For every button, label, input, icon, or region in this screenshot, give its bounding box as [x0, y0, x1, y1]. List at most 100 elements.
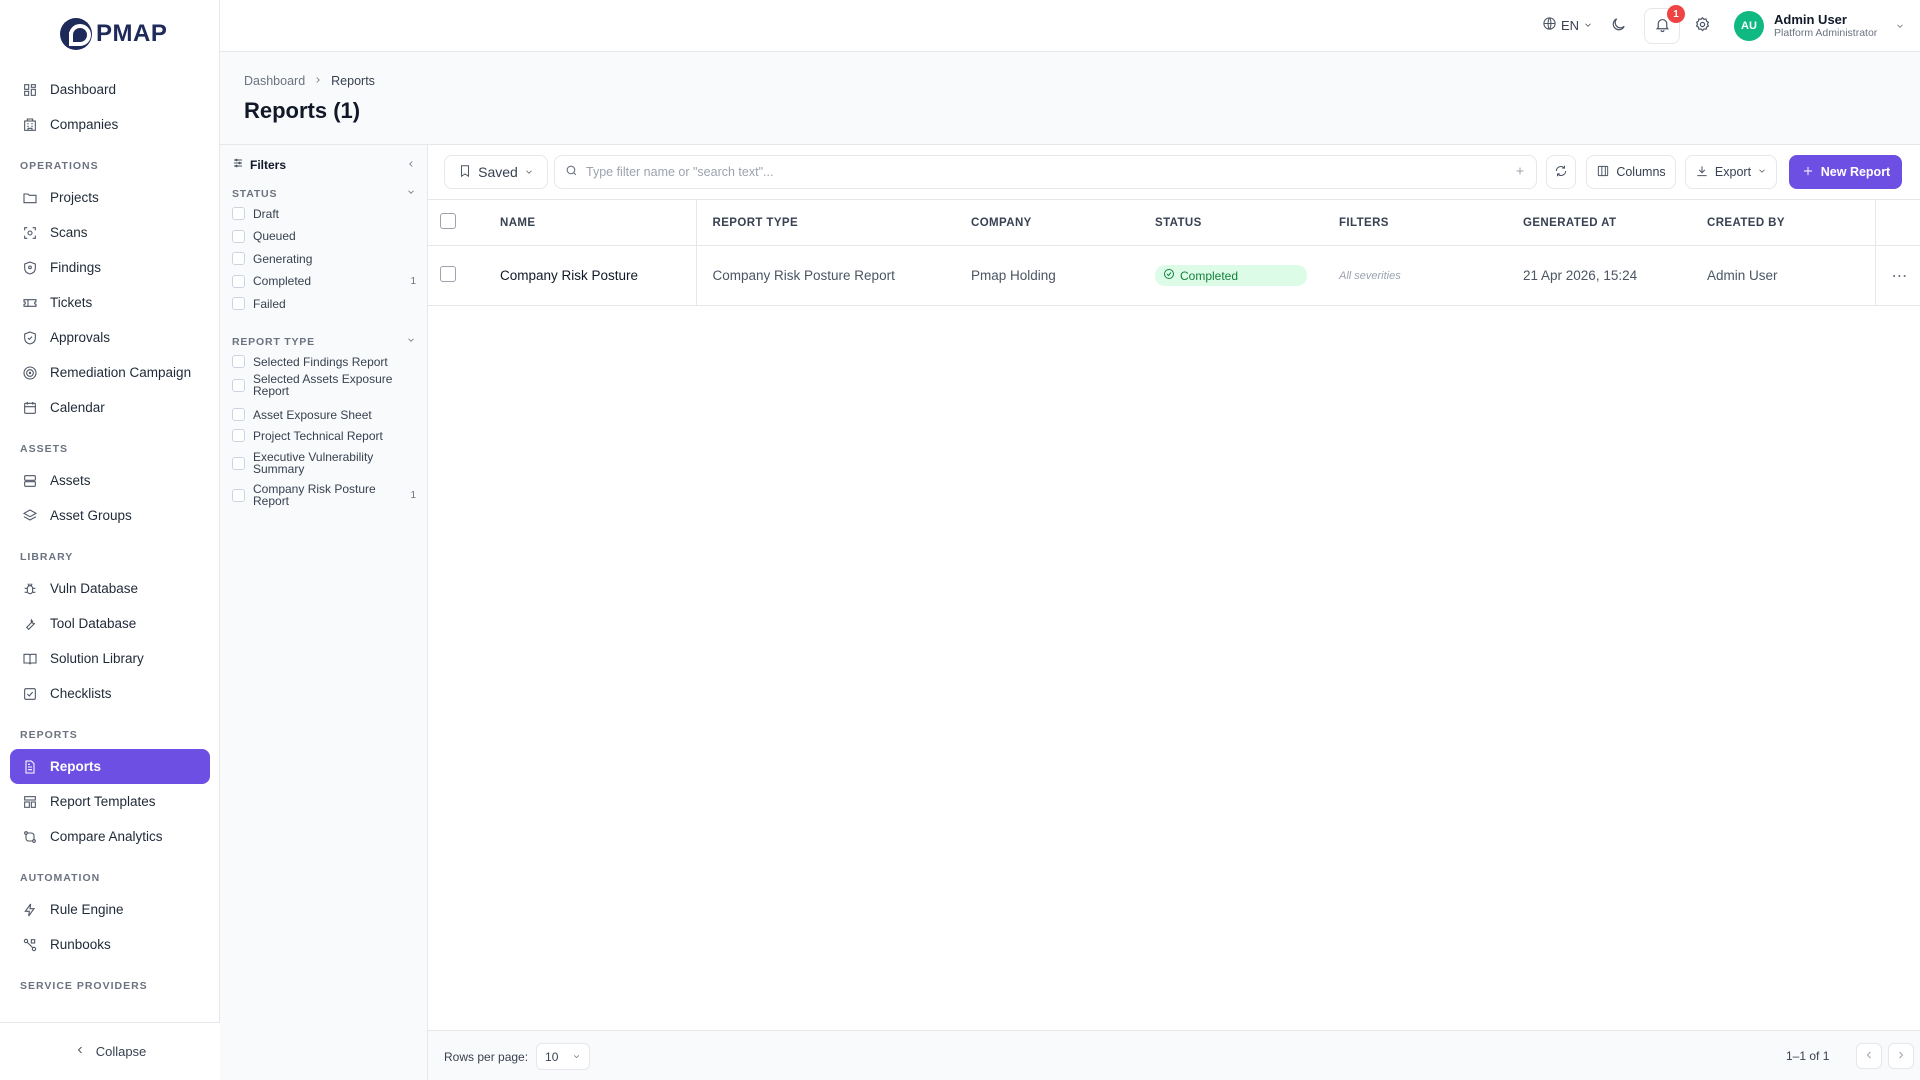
breadcrumb-dashboard-link[interactable]: Dashboard: [244, 74, 305, 88]
filter-option-label: Failed: [253, 296, 286, 311]
sidebar-item-approvals[interactable]: Approvals: [10, 320, 210, 355]
filter-checkbox[interactable]: [232, 378, 245, 392]
filter-option[interactable]: Executive Vulnerability Summary: [232, 451, 416, 475]
sidebar-item-label: Report Templates: [50, 794, 156, 809]
next-page-button[interactable]: [1888, 1043, 1914, 1069]
filter-option[interactable]: Draft: [232, 207, 416, 220]
theme-toggle-moon-icon[interactable]: [1610, 16, 1627, 36]
column-header-name[interactable]: NAME: [484, 199, 697, 246]
sidebar-item-projects[interactable]: Projects: [10, 180, 210, 215]
filter-checkbox[interactable]: [232, 229, 245, 243]
sidebar-item-compare-analytics[interactable]: Compare Analytics: [10, 819, 210, 854]
reports-table: NAME REPORT TYPE COMPANY STATUS FILTERS …: [428, 199, 1920, 306]
notifications-button[interactable]: 1: [1644, 5, 1685, 44]
language-selector[interactable]: EN: [1542, 16, 1593, 34]
wrench-icon: [22, 616, 38, 632]
sidebar-item-tickets[interactable]: Tickets: [10, 285, 210, 320]
add-filter-plus-icon[interactable]: [1514, 165, 1526, 180]
user-menu[interactable]: AU Admin User Platform Administrator: [1734, 11, 1905, 41]
generated-at-cell: 21 Apr 2026, 15:24: [1523, 268, 1638, 283]
filter-option[interactable]: Generating: [232, 252, 416, 265]
column-header-created-by[interactable]: CREATED BY: [1691, 199, 1876, 246]
more-actions-icon[interactable]: ⋯: [1892, 268, 1909, 285]
row-checkbox[interactable]: [440, 266, 456, 282]
filter-checkbox[interactable]: [232, 207, 245, 220]
rows-per-page-label: Rows per page:: [444, 1049, 529, 1064]
sidebar-item-label: Calendar: [50, 400, 105, 415]
filter-option[interactable]: Asset Exposure Sheet: [232, 408, 416, 421]
filter-section-report-type[interactable]: REPORT TYPE: [232, 335, 416, 348]
search-input[interactable]: [586, 165, 1506, 179]
column-header-company[interactable]: COMPANY: [955, 200, 1139, 246]
column-header-generated-at[interactable]: GENERATED AT: [1507, 200, 1691, 246]
sidebar-item-label: Dashboard: [50, 82, 117, 97]
sidebar-item-calendar[interactable]: Calendar: [10, 390, 210, 425]
filter-checkbox[interactable]: [232, 274, 245, 288]
sidebar-item-tool-database[interactable]: Tool Database: [10, 606, 210, 641]
filter-option[interactable]: Company Risk Posture Report 1: [232, 483, 416, 507]
app-logo[interactable]: PMAP: [60, 16, 167, 52]
saved-views-button[interactable]: Saved: [444, 155, 548, 189]
sidebar-item-label: Remediation Campaign: [50, 365, 192, 380]
filter-checkbox[interactable]: [232, 429, 245, 442]
filter-checkbox[interactable]: [232, 252, 245, 265]
filter-option[interactable]: Selected Findings Report: [232, 355, 416, 368]
sidebar-item-report-templates[interactable]: Report Templates: [10, 784, 210, 819]
filter-option[interactable]: Selected Assets Exposure Report: [232, 373, 416, 397]
sidebar-item-label: Checklists: [50, 686, 112, 701]
filter-option-label: Selected Assets Exposure Report: [253, 372, 393, 398]
new-report-button[interactable]: New Report: [1789, 155, 1902, 189]
filter-checkbox[interactable]: [232, 456, 245, 470]
sidebar-item-dashboard[interactable]: Dashboard: [10, 72, 210, 107]
sidebar-item-asset-groups[interactable]: Asset Groups: [10, 498, 210, 533]
sidebar-item-companies[interactable]: Companies: [10, 107, 210, 142]
column-header-status[interactable]: STATUS: [1139, 200, 1323, 246]
sidebar-item-assets[interactable]: Assets: [10, 463, 210, 498]
sidebar-item-scans[interactable]: Scans: [10, 215, 210, 250]
row-actions-cell: ⋯: [1875, 246, 1920, 306]
sidebar-item-rule-engine[interactable]: Rule Engine: [10, 892, 210, 927]
column-header-report-type[interactable]: REPORT TYPE: [696, 200, 955, 246]
sidebar-item-runbooks[interactable]: Runbooks: [10, 927, 210, 962]
select-all-checkbox[interactable]: [440, 213, 456, 229]
refresh-button[interactable]: [1546, 155, 1576, 189]
sidebar-item-remediation-campaign[interactable]: Remediation Campaign: [10, 355, 210, 390]
rows-per-page-select[interactable]: 10: [536, 1043, 591, 1070]
filter-checkbox[interactable]: [232, 488, 245, 502]
filter-checkbox[interactable]: [232, 355, 245, 368]
filter-option-label: Completed: [253, 274, 312, 288]
avatar: AU: [1734, 11, 1764, 41]
filter-option[interactable]: Queued: [232, 229, 416, 243]
sidebar-item-reports[interactable]: Reports: [10, 749, 210, 784]
filters-header: Filters: [232, 157, 416, 172]
filter-option[interactable]: Completed 1: [232, 274, 416, 288]
user-info: Admin User Platform Administrator: [1774, 13, 1877, 40]
collapse-label: Collapse: [95, 1044, 147, 1059]
report-name-cell[interactable]: Company Risk Posture: [484, 245, 697, 306]
filter-option[interactable]: Project Technical Report: [232, 429, 416, 442]
globe-icon: [1542, 16, 1557, 34]
table-row[interactable]: Company Risk Posture Company Risk Postur…: [428, 245, 1920, 306]
export-button[interactable]: Export: [1685, 155, 1777, 189]
filter-option[interactable]: Failed: [232, 297, 416, 310]
sidebar-item-checklists[interactable]: Checklists: [10, 676, 210, 711]
sidebar-item-vuln-database[interactable]: Vuln Database: [10, 571, 210, 606]
column-header-filters[interactable]: FILTERS: [1323, 200, 1507, 246]
breadcrumb-current: Reports: [331, 74, 375, 88]
sidebar-item-findings[interactable]: Findings: [10, 250, 210, 285]
settings-gear-icon[interactable]: [1694, 16, 1711, 36]
columns-button[interactable]: Columns: [1586, 155, 1676, 189]
prev-page-button[interactable]: [1856, 1043, 1882, 1069]
filter-checkbox[interactable]: [232, 408, 245, 421]
collapse-filters-chevron-left-icon[interactable]: [406, 158, 416, 172]
report-type-cell: Company Risk Posture Report: [712, 268, 895, 283]
collapse-button[interactable]: Collapse: [0, 1022, 220, 1080]
shield-icon: [22, 260, 38, 276]
filter-option-label: Company Risk Posture Report: [253, 482, 376, 508]
filter-option-label: Generating: [253, 251, 313, 266]
filter-checkbox[interactable]: [232, 297, 245, 310]
sidebar-item-solution-library[interactable]: Solution Library: [10, 641, 210, 676]
filter-section-status[interactable]: STATUS: [232, 187, 416, 200]
chevron-left-icon: [1863, 1049, 1875, 1064]
filter-section-title: STATUS: [232, 187, 278, 200]
